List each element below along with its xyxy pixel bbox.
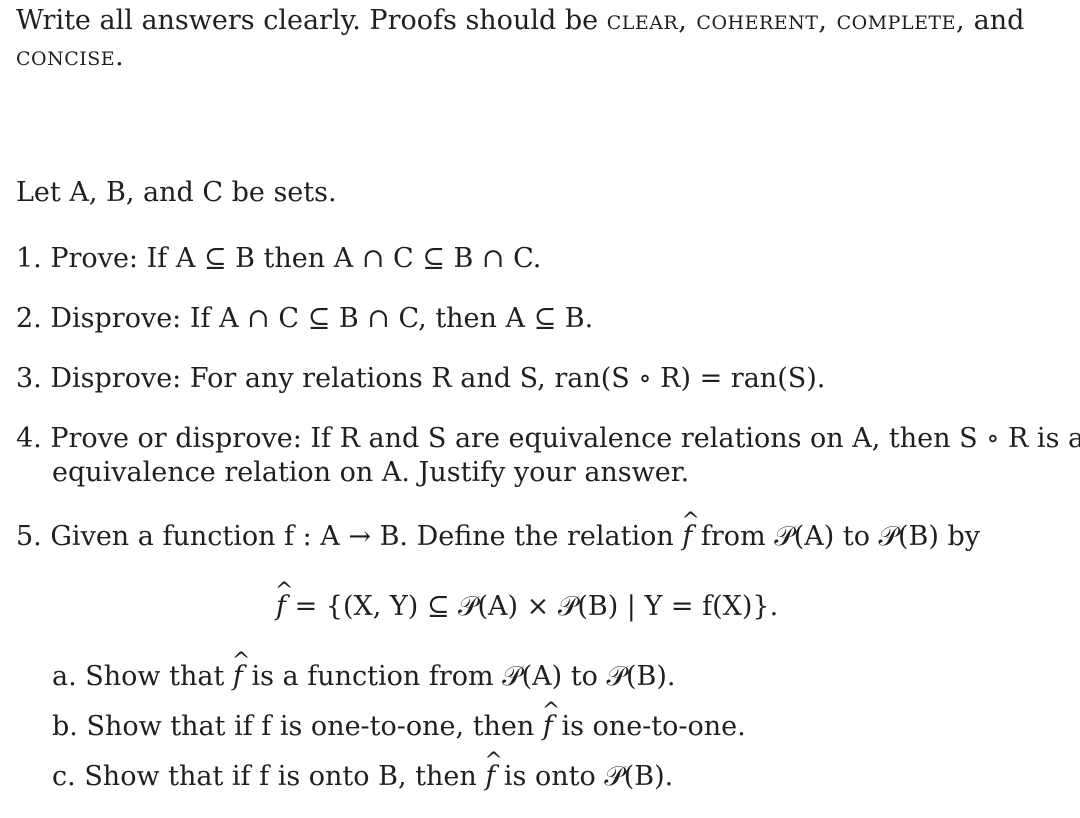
hat-accent-icon: ^: [541, 699, 561, 724]
problem-text: Disprove: If A ∩ C ⊆ B ∩ C, then A ⊆ B.: [50, 303, 594, 334]
problem-text: Given a function f : A → B. Define the r…: [50, 521, 683, 552]
instructions-text-end: and: [965, 5, 1025, 36]
problem-number: 5.: [16, 521, 42, 552]
part-text-end: is a function from 𝒫(A) to 𝒫(B).: [242, 661, 676, 692]
problem-5a: a. Show that ^ f is a function from 𝒫(A) …: [52, 649, 676, 694]
problem-2: 2. Disprove: If A ∩ C ⊆ B ∩ C, then A ⊆ …: [16, 302, 593, 336]
part-label: c.: [52, 761, 76, 792]
f-hat-symbol: ^ f: [232, 649, 250, 694]
problem-number: 1.: [16, 243, 42, 274]
problem-text: Prove or disprove: If R and S are equiva…: [50, 423, 1080, 454]
hat-accent-icon: ^: [681, 509, 700, 534]
instructions-emphasis: clear, coherent, complete,: [606, 5, 966, 36]
f-hat-symbol: ^ f: [484, 749, 502, 794]
problem-number: 3.: [16, 363, 42, 394]
problem-number: 4.: [16, 423, 42, 454]
problem-3: 3. Disprove: For any relations R and S, …: [16, 362, 825, 396]
problem-4-line-1: 4. Prove or disprove: If R and S are equ…: [16, 422, 1080, 456]
hat-accent-icon: ^: [275, 579, 294, 604]
instructions-line-1: Write all answers clearly. Proofs should…: [16, 4, 1024, 38]
f-hat-symbol: ^ f: [542, 699, 560, 744]
part-text: Show that if f is onto B, then: [84, 761, 486, 792]
display-equation: ^ f = {(X, Y) ⊆ 𝒫(A) × 𝒫(B) | Y = f(X)}.: [275, 579, 779, 624]
f-hat-symbol: ^ f: [681, 509, 699, 554]
problem-5c: c. Show that if f is onto B, then ^ f is …: [52, 749, 674, 794]
problem-1: 1. Prove: If A ⊆ B then A ∩ C ⊆ B ∩ C.: [16, 242, 541, 276]
part-label: a.: [52, 661, 77, 692]
part-text-end: is onto 𝒫(B).: [495, 761, 674, 792]
problem-5: 5. Given a function f : A → B. Define th…: [16, 509, 981, 554]
instructions-emphasis-2: concise.: [16, 41, 125, 72]
problem-text: Prove: If A ⊆ B then A ∩ C ⊆ B ∩ C.: [50, 243, 542, 274]
intro-text: Let A, B, and C be sets.: [16, 177, 337, 208]
part-label: b.: [52, 711, 78, 742]
problem-number: 2.: [16, 303, 42, 334]
part-text-end: is one-to-one.: [552, 711, 746, 742]
hat-accent-icon: ^: [484, 749, 503, 774]
problem-text-end: from 𝒫(A) to 𝒫(B) by: [692, 521, 981, 552]
f-hat-symbol: ^ f: [275, 579, 293, 624]
problem-4-line-2: equivalence relation on A. Justify your …: [52, 457, 690, 488]
instructions-text: Write all answers clearly. Proofs should…: [16, 5, 607, 36]
problem-5b: b. Show that if f is one-to-one, then ^ f…: [52, 699, 746, 744]
problem-text: Disprove: For any relations R and S, ran…: [50, 363, 826, 394]
hat-accent-icon: ^: [231, 649, 251, 674]
part-text: Show that if f is one-to-one, then: [86, 711, 543, 742]
part-text: Show that: [85, 661, 233, 692]
equation-body: = {(X, Y) ⊆ 𝒫(A) × 𝒫(B) | Y = f(X)}.: [286, 591, 779, 622]
instructions-line-2: concise.: [16, 40, 124, 74]
